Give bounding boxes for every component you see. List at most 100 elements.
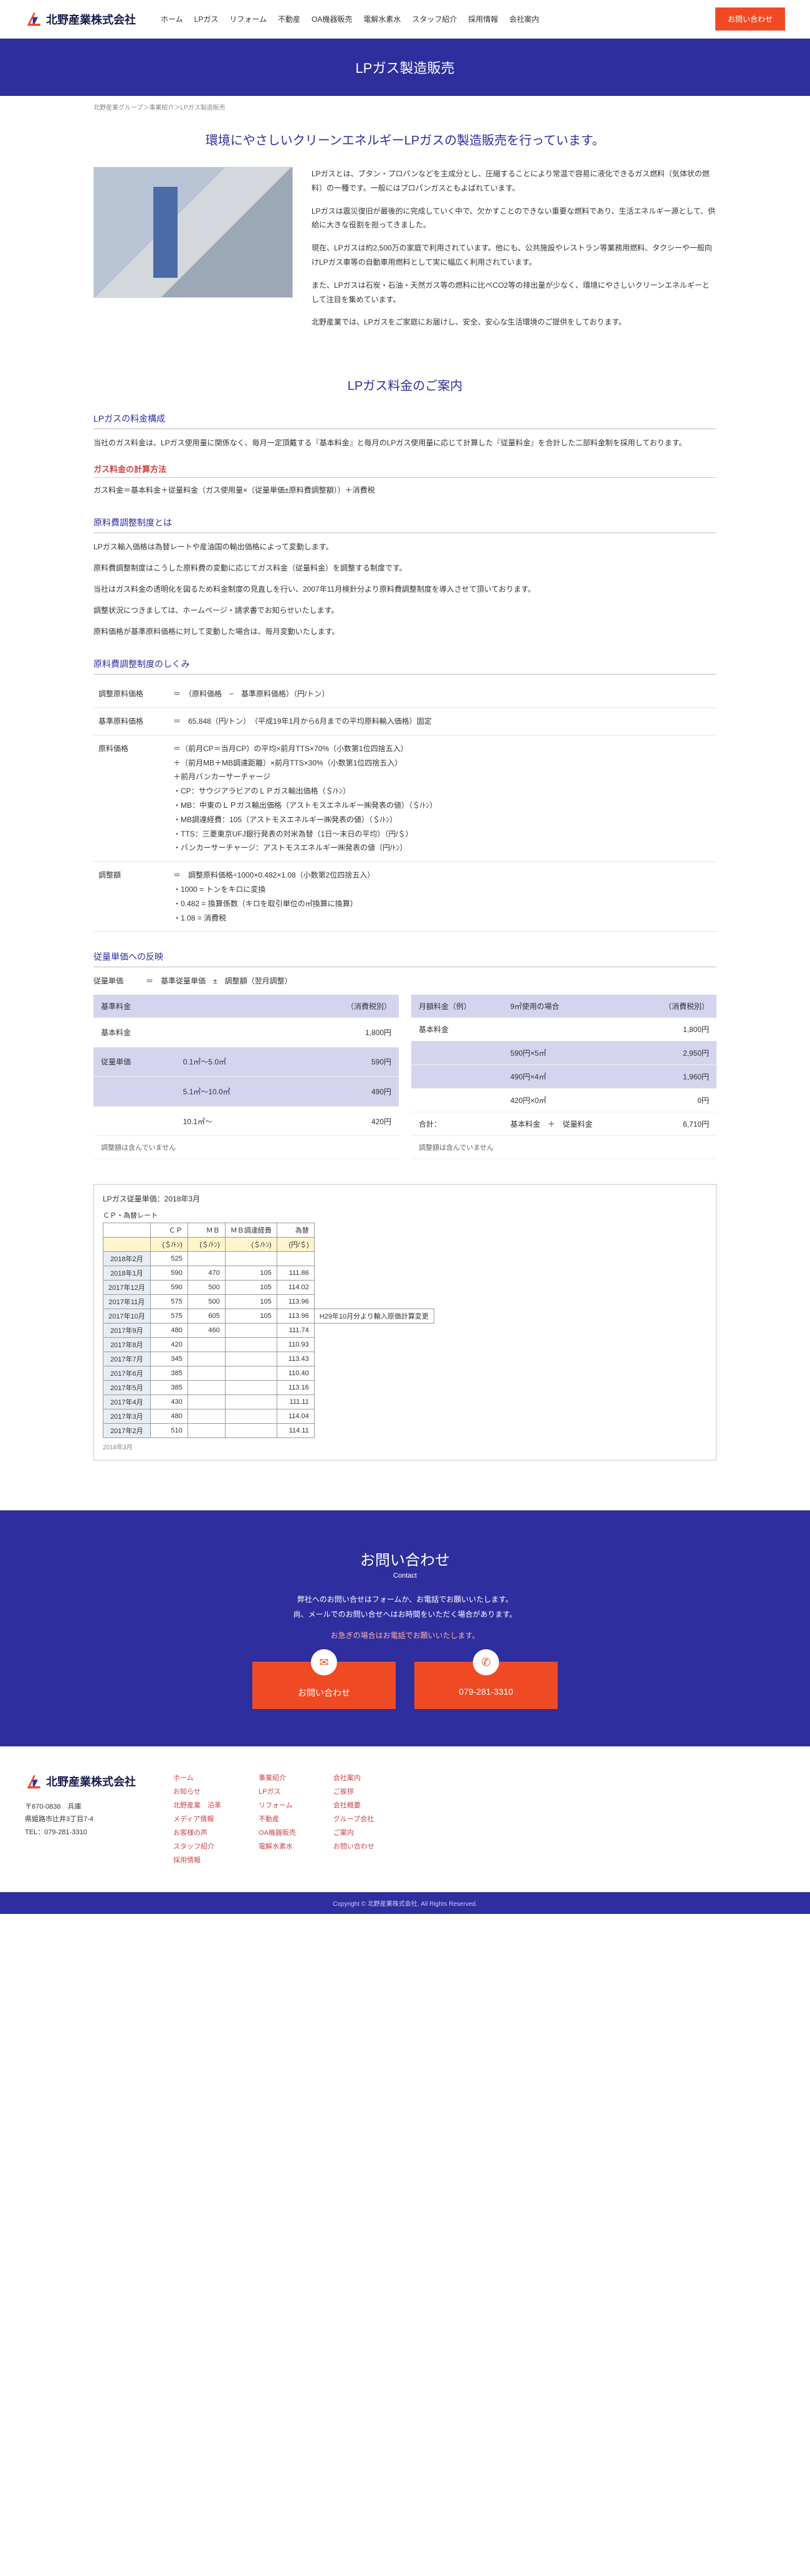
rate-cell: 385: [150, 1366, 188, 1381]
footer-link[interactable]: メディア情報: [173, 1812, 221, 1826]
price-cell: 420円: [289, 1106, 399, 1136]
rate-footer: 2018年3月: [103, 1442, 707, 1451]
price-cell: 590円×5㎥: [503, 1041, 635, 1065]
price-cell: 10.1㎥〜: [176, 1106, 290, 1136]
rate-cell: 105: [225, 1295, 277, 1309]
price-cell: 1,800円: [635, 1018, 717, 1041]
footer-link[interactable]: 会社概要: [333, 1799, 374, 1812]
footer-link[interactable]: 不動産: [259, 1812, 296, 1826]
footer-col-1: ホームお知らせ北野産業 沿革メディア情報お客様の声スタッフ紹介採用情報: [173, 1771, 221, 1867]
contact-p2: 尚、メールでのお問い合せへはお時間をいただく場合があります。: [0, 1607, 810, 1622]
nav-staff[interactable]: スタッフ紹介: [412, 14, 457, 24]
footer-addr2: 県姫路市辻井3丁目7-4: [25, 1813, 136, 1826]
price-tables: 基準料金 （消費税別） 基本料金1,800円従量単価0.1㎥〜5.0㎥590円5…: [93, 995, 717, 1159]
price-cell: 590円: [289, 1047, 399, 1077]
contact-phone-label: 079-281-3310: [459, 1687, 513, 1697]
rate-cell: 2017年11月: [103, 1295, 151, 1309]
company-name: 北野産業株式会社: [46, 11, 136, 27]
rate-cell: 470: [188, 1266, 225, 1281]
nav-home[interactable]: ホーム: [161, 14, 183, 24]
sub-calc: ガス料金の計算方法: [93, 463, 717, 478]
footer-addr1: 〒670-0836 兵庫: [25, 1801, 136, 1814]
rate-cell: [188, 1424, 225, 1438]
contact-form-button[interactable]: ✉ お問い合わせ: [252, 1662, 396, 1709]
price-cell: [411, 1041, 503, 1065]
rate-cell: [314, 1252, 434, 1266]
rate-cell: [188, 1395, 225, 1409]
unit-formula: 従量単価 ＝ 基準従量単価 ± 調整額（翌月調整）: [93, 973, 717, 988]
price-cell: [176, 1018, 290, 1047]
footer-link[interactable]: 北野産業 沿革: [173, 1799, 221, 1812]
price-cell: 合計：: [411, 1112, 503, 1136]
contact-phone-button[interactable]: ✆ 079-281-3310: [414, 1662, 558, 1709]
rate-cell: [225, 1338, 277, 1352]
rate-cell: [314, 1324, 434, 1338]
price-cell: [411, 1065, 503, 1089]
hero-body: LPガスとは、ブタン・プロパンなどを主成分とし、圧縮することにより常温で容易に液…: [312, 167, 717, 338]
rate-cell: [314, 1338, 434, 1352]
footer-link[interactable]: ホーム: [173, 1771, 221, 1785]
header-contact-button[interactable]: お問い合わせ: [715, 7, 785, 31]
mech-key: 原料価格: [93, 735, 168, 861]
footer-link[interactable]: グループ会社: [333, 1812, 374, 1826]
base-price-table: 基準料金 （消費税別） 基本料金1,800円従量単価0.1㎥〜5.0㎥590円5…: [93, 995, 399, 1159]
footer-link[interactable]: ご案内: [333, 1826, 374, 1840]
sub3-p5: 原料価格が基準原料価格に対して変動した場合は、毎月変動いたします。: [93, 624, 717, 639]
rate-cell: [314, 1395, 434, 1409]
rate-cell: [225, 1381, 277, 1395]
nav-reform[interactable]: リフォーム: [229, 14, 267, 24]
footer-link[interactable]: 会社案内: [333, 1771, 374, 1785]
price-cell: 420円×0㎥: [503, 1089, 635, 1112]
rh0: [103, 1223, 151, 1238]
hero-p2: LPガスは震災復旧が最後的に完成していく中で、欠かすことのできない重要な燃料であ…: [312, 204, 717, 233]
rate-cell: 2018年2月: [103, 1252, 151, 1266]
rate-cell: 420: [150, 1338, 188, 1352]
mech-val: ＝（前月CP＝当月CP）の平均×前月TTS×70%（小数第1位四捨五入） ＋（前…: [168, 735, 717, 861]
footer-link[interactable]: お知らせ: [173, 1785, 221, 1799]
rate-cell: 2017年7月: [103, 1352, 151, 1366]
footer-link[interactable]: OA機器販売: [259, 1826, 296, 1840]
sub-adjust: 原料費調整制度とは: [93, 516, 717, 533]
rate-cell: [225, 1252, 277, 1266]
rate-cell: 2017年10月: [103, 1309, 151, 1324]
nav-water[interactable]: 電解水素水: [363, 14, 401, 24]
footer-link[interactable]: 電解水素水: [259, 1840, 296, 1854]
rate-cell: 510: [150, 1424, 188, 1438]
rate-cell: 590: [150, 1266, 188, 1281]
footer-link[interactable]: ご挨拶: [333, 1785, 374, 1799]
logo[interactable]: 北野産業株式会社: [25, 11, 136, 28]
copyright: Copyright © 北野産業株式会社. All Rights Reserve…: [0, 1892, 810, 1914]
footer-link[interactable]: 事業紹介: [259, 1771, 296, 1785]
t1h3: （消費税別）: [289, 995, 399, 1018]
rh3: ＭＢ調達経費: [225, 1223, 277, 1238]
rate-cell: [314, 1295, 434, 1309]
rate-cell: [188, 1338, 225, 1352]
footer-link[interactable]: スタッフ紹介: [173, 1840, 221, 1854]
rate-cell: [314, 1424, 434, 1438]
footer-link[interactable]: お客様の声: [173, 1826, 221, 1840]
nav-lpgas[interactable]: LPガス: [194, 14, 219, 24]
sub-mechanism: 原料費調整制度のしくみ: [93, 658, 717, 675]
footer-link[interactable]: お問い合わせ: [333, 1840, 374, 1854]
pricing-heading: LPガス料金のご案内: [93, 376, 717, 394]
rate-cell: [188, 1352, 225, 1366]
rate-cell: [225, 1409, 277, 1424]
mech-val: ＝ 65,848（円/トン） （平成19年1月から6月までの平均原料輸入価格）固…: [168, 708, 717, 735]
price-cell: 490円×4㎥: [503, 1065, 635, 1089]
nav-company[interactable]: 会社案内: [509, 14, 539, 24]
rate-cell: [188, 1409, 225, 1424]
rh4: 為替: [277, 1223, 314, 1238]
footer-logo-icon: [25, 1773, 42, 1791]
footer-link[interactable]: LPガス: [259, 1785, 296, 1799]
footer-link[interactable]: 採用情報: [173, 1854, 221, 1867]
nav-realestate[interactable]: 不動産: [278, 14, 300, 24]
footer-link[interactable]: リフォーム: [259, 1799, 296, 1812]
rate-cell: 113.43: [277, 1352, 314, 1366]
rate-cell: 110.93: [277, 1338, 314, 1352]
rate-cell: 575: [150, 1309, 188, 1324]
rate-cell: [188, 1252, 225, 1266]
nav-oa[interactable]: OA機器販売: [312, 14, 352, 24]
nav-recruit[interactable]: 採用情報: [468, 14, 498, 24]
sub2-para: ガス料金＝基本料金＋従量料金（ガス使用量×（従量単価±原料費調整額））＋消費税: [93, 483, 717, 498]
rate-section: ＣＰ・為替レート: [103, 1210, 707, 1220]
